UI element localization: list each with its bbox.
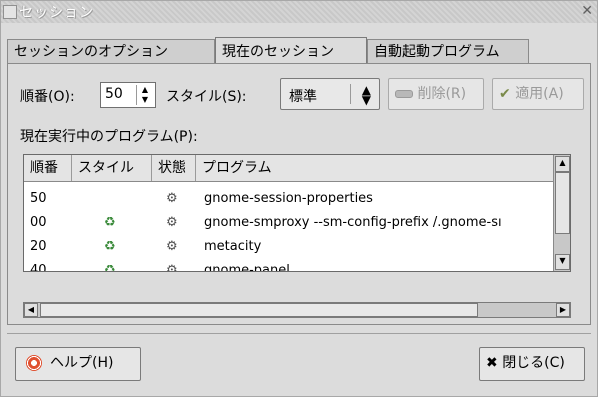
row-program: gnome-smproxy --sm-config-prefix /.gnome… xyxy=(204,215,502,230)
style-label: スタイル(S): xyxy=(166,89,247,105)
order-value: 50 xyxy=(105,86,123,102)
tab-label: 現在のセッション xyxy=(222,44,334,60)
help-button[interactable]: ヘルプ(H) xyxy=(15,347,141,381)
recycle-icon: ♻ xyxy=(104,239,116,254)
horizontal-scrollbar[interactable]: ◀ ▶ xyxy=(23,302,571,318)
delete-button[interactable]: 削除(R) xyxy=(388,78,484,110)
tab-label: 自動起動プログラム xyxy=(374,44,500,60)
table-row[interactable]: 40 ♻ ⚙ gnome-panel xyxy=(24,259,554,271)
gear-icon: ⚙ xyxy=(166,263,178,271)
order-spinner[interactable]: 50 ▲ ▼ xyxy=(100,82,156,108)
spin-arrows-icon[interactable]: ▲ ▼ xyxy=(136,85,153,105)
close-icon[interactable]: ✕ xyxy=(581,3,593,19)
recycle-icon: ♻ xyxy=(104,263,116,271)
delete-label: 削除(R) xyxy=(417,86,467,102)
close-label: 閉じる(C) xyxy=(502,355,565,371)
session-window: セッション ✕ セッションのオプション 現在のセッション 自動起動プログラム 順… xyxy=(0,0,598,397)
help-label: ヘルプ(H) xyxy=(50,355,114,371)
row-order: 50 xyxy=(30,191,47,206)
minus-icon xyxy=(395,90,413,98)
table-row[interactable]: 00 ♻ ⚙ gnome-smproxy --sm-config-prefix … xyxy=(24,211,554,235)
column-program[interactable]: プログラム xyxy=(196,155,554,181)
tab-session-options[interactable]: セッションのオプション xyxy=(7,39,215,63)
gear-icon: ⚙ xyxy=(166,191,178,206)
recycle-icon: ♻ xyxy=(104,215,116,230)
table-row[interactable]: 50 ⚙ gnome-session-properties xyxy=(24,187,554,211)
order-label: 順番(O): xyxy=(20,89,75,105)
row-program: gnome-session-properties xyxy=(204,191,373,206)
close-x-icon: ✖ xyxy=(486,355,498,371)
column-order[interactable]: 順番 xyxy=(24,155,72,181)
row-order: 20 xyxy=(30,239,47,254)
row-order: 40 xyxy=(30,263,47,271)
horizontal-scroll-thumb[interactable] xyxy=(40,303,478,317)
select-divider xyxy=(350,84,351,104)
scroll-up-icon[interactable]: ▲ xyxy=(555,156,570,172)
checkmark-icon: ✔ xyxy=(499,86,511,102)
program-list[interactable]: 順番 スタイル 状態 プログラム 50 ⚙ gnome-session-prop… xyxy=(23,154,571,272)
apply-label: 適用(A) xyxy=(515,86,564,102)
row-program: gnome-panel xyxy=(204,263,290,271)
running-programs-label: 現在実行中のプログラム(P): xyxy=(20,129,198,145)
list-header: 順番 スタイル 状態 プログラム xyxy=(24,155,554,182)
row-order: 00 xyxy=(30,215,47,230)
vertical-scroll-thumb[interactable] xyxy=(555,172,570,234)
column-state[interactable]: 状態 xyxy=(152,155,196,181)
vertical-scrollbar[interactable]: ▲ ▼ xyxy=(553,155,570,271)
column-style[interactable]: スタイル xyxy=(72,155,152,181)
window-title: セッション xyxy=(19,5,94,21)
gear-icon: ⚙ xyxy=(166,215,178,230)
window-menu-button[interactable] xyxy=(3,5,17,19)
tab-current-session[interactable]: 現在のセッション xyxy=(215,37,367,65)
row-program: metacity xyxy=(204,239,262,254)
tab-startup-programs[interactable]: 自動起動プログラム xyxy=(367,39,529,63)
table-row[interactable]: 20 ♻ ⚙ metacity xyxy=(24,235,554,259)
scroll-left-icon[interactable]: ◀ xyxy=(24,303,38,317)
scroll-right-icon[interactable]: ▶ xyxy=(556,303,570,317)
lifebuoy-icon xyxy=(26,355,42,371)
tab-label: セッションのオプション xyxy=(14,44,168,60)
close-button[interactable]: ✖ 閉じる(C) xyxy=(479,347,585,381)
footer-divider xyxy=(7,333,591,334)
apply-button[interactable]: ✔ 適用(A) xyxy=(492,78,584,110)
updown-arrow-icon: ▲ ▼ xyxy=(361,83,371,107)
title-bar[interactable]: セッション ✕ xyxy=(1,1,597,23)
gear-icon: ⚙ xyxy=(166,239,178,254)
scroll-down-icon[interactable]: ▼ xyxy=(555,254,570,270)
style-value: 標準 xyxy=(289,89,317,105)
style-select[interactable]: 標準 ▲ ▼ xyxy=(280,78,380,110)
